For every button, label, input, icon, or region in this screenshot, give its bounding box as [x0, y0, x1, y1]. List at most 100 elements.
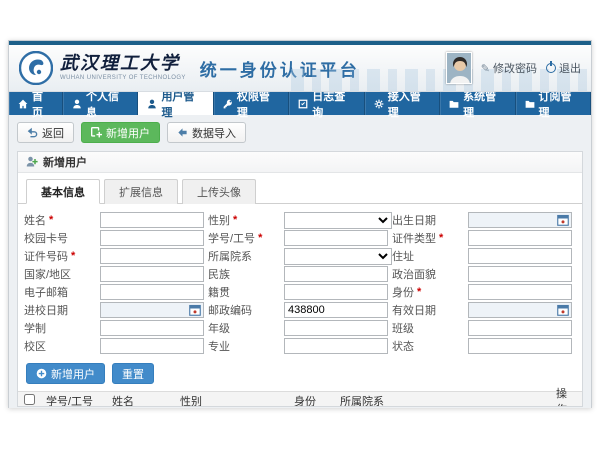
- campus-card-input[interactable]: [100, 230, 204, 246]
- schooling-length-label: 学制: [24, 320, 46, 336]
- calendar-icon[interactable]: [557, 304, 569, 316]
- back-label: 返回: [42, 125, 64, 141]
- back-arrow-icon: [27, 127, 38, 138]
- panel-title: 新增用户: [43, 154, 87, 170]
- tab-basic-info[interactable]: 基本信息: [26, 179, 100, 204]
- form-row: 学制 年级 班级: [24, 320, 576, 336]
- id-number-input[interactable]: [100, 248, 204, 264]
- nav-label: 订阅管理: [539, 88, 581, 120]
- submit-add-user-button[interactable]: 新增用户: [26, 363, 105, 384]
- email-input[interactable]: [100, 284, 204, 300]
- import-arrow-icon: [177, 127, 188, 138]
- app-window: 武汉理工大学 WUHAN UNIVERSITY OF TECHNOLOGY 统一…: [8, 40, 592, 408]
- political-status-input[interactable]: [468, 266, 572, 282]
- university-name-cn: 武汉理工大学: [60, 55, 186, 73]
- reset-label: 重置: [122, 366, 144, 382]
- campus-label: 校区: [24, 338, 46, 354]
- department-label: 所属院系: [208, 248, 252, 264]
- department-select[interactable]: [284, 248, 392, 265]
- nav-item-access-management[interactable]: 接入管理: [365, 92, 440, 115]
- calendar-icon[interactable]: [557, 214, 569, 226]
- gender-label: 性别: [208, 212, 230, 228]
- nav-item-log-query[interactable]: 日志查询: [289, 92, 364, 115]
- data-import-button[interactable]: 数据导入: [167, 122, 246, 143]
- key-icon: [223, 99, 233, 109]
- add-user-section-icon: [26, 156, 38, 168]
- nav-item-subscription-management[interactable]: 订阅管理: [516, 92, 591, 115]
- panel-header: 新增用户: [18, 152, 582, 173]
- change-password-link[interactable]: ✎ 修改密码: [481, 60, 537, 76]
- logout-link[interactable]: 退出: [546, 60, 581, 76]
- calendar-icon[interactable]: [189, 304, 201, 316]
- campus-card-label: 校园卡号: [24, 230, 68, 246]
- column-identity: 身份: [294, 393, 340, 407]
- tab-extended-info[interactable]: 扩展信息: [104, 179, 178, 204]
- grade-input[interactable]: [284, 320, 388, 336]
- person-icon: [72, 99, 82, 109]
- basic-info-form: 姓名* 性别* 出生日期 校园卡号 学号/工号* 证件类型* 证件号码* 所属院…: [18, 204, 582, 360]
- nav-label: 日志查询: [312, 88, 354, 120]
- postal-code-input[interactable]: [284, 302, 388, 318]
- nav-label: 个人信息: [86, 88, 128, 120]
- pencil-icon: ✎: [481, 62, 490, 75]
- platform-title: 统一身份认证平台: [200, 56, 360, 81]
- nav-item-system-management[interactable]: 系统管理: [440, 92, 515, 115]
- logout-label: 退出: [559, 60, 581, 76]
- identity-input[interactable]: [468, 284, 572, 300]
- class-input[interactable]: [468, 320, 572, 336]
- nav-item-personal-info[interactable]: 个人信息: [63, 92, 138, 115]
- content-area: 返回 新增用户 数据导入 新增用户 基本信息 扩展信息 上传头像: [9, 115, 591, 408]
- id-type-input[interactable]: [468, 230, 572, 246]
- form-row: 证件号码* 所属院系 住址: [24, 248, 576, 264]
- student-id-label: 学号/工号: [208, 230, 255, 246]
- add-user-toolbar-button[interactable]: 新增用户: [81, 122, 160, 143]
- nav-item-home[interactable]: 首页: [9, 92, 63, 115]
- postal-code-label: 邮政编码: [208, 302, 252, 318]
- major-input[interactable]: [284, 338, 388, 354]
- submit-add-user-label: 新增用户: [51, 366, 95, 382]
- form-row: 校园卡号 学号/工号* 证件类型*: [24, 230, 576, 246]
- nav-label: 系统管理: [463, 88, 505, 120]
- change-password-label: 修改密码: [493, 60, 537, 76]
- add-user-panel: 新增用户 基本信息 扩展信息 上传头像 姓名* 性别* 出生日期 校园卡号 学号…: [17, 151, 583, 407]
- political-status-label: 政治面貌: [392, 266, 436, 282]
- university-name-block: 武汉理工大学 WUHAN UNIVERSITY OF TECHNOLOGY: [60, 55, 186, 81]
- ethnicity-input[interactable]: [284, 266, 388, 282]
- add-user-label: 新增用户: [106, 125, 150, 141]
- class-label: 班级: [392, 320, 414, 336]
- country-input[interactable]: [100, 266, 204, 282]
- address-input[interactable]: [468, 248, 572, 264]
- reset-button[interactable]: 重置: [112, 363, 154, 384]
- back-button[interactable]: 返回: [17, 122, 74, 143]
- entry-date-label: 进校日期: [24, 302, 68, 318]
- tab-upload-avatar[interactable]: 上传头像: [182, 179, 256, 204]
- required-mark: *: [71, 252, 75, 260]
- nav-item-permission-management[interactable]: 权限管理: [214, 92, 289, 115]
- id-number-label: 证件号码: [24, 248, 68, 264]
- student-id-input[interactable]: [284, 230, 388, 246]
- university-logo: [19, 51, 53, 85]
- gender-select[interactable]: [284, 212, 392, 229]
- name-label: 姓名: [24, 212, 46, 228]
- user-avatar[interactable]: [446, 52, 472, 84]
- add-user-icon: [91, 127, 102, 138]
- plus-circle-icon: [36, 368, 47, 379]
- address-label: 住址: [392, 248, 414, 264]
- form-row: 校区 专业 状态: [24, 338, 576, 354]
- folder-icon: [449, 99, 459, 109]
- nav-label: 首页: [32, 88, 53, 120]
- university-name-en: WUHAN UNIVERSITY OF TECHNOLOGY: [60, 75, 186, 81]
- status-input[interactable]: [468, 338, 572, 354]
- schooling-length-input[interactable]: [100, 320, 204, 336]
- toolbar: 返回 新增用户 数据导入: [17, 122, 583, 143]
- select-all-checkbox[interactable]: [24, 394, 35, 405]
- nav-item-user-management[interactable]: 用户管理: [138, 92, 213, 115]
- campus-input[interactable]: [100, 338, 204, 354]
- name-input[interactable]: [100, 212, 204, 228]
- nav-label: 用户管理: [161, 88, 203, 120]
- email-label: 电子邮箱: [24, 284, 68, 300]
- status-label: 状态: [392, 338, 414, 354]
- native-place-input[interactable]: [284, 284, 388, 300]
- valid-date-label: 有效日期: [392, 302, 436, 318]
- gear-icon: [374, 99, 384, 109]
